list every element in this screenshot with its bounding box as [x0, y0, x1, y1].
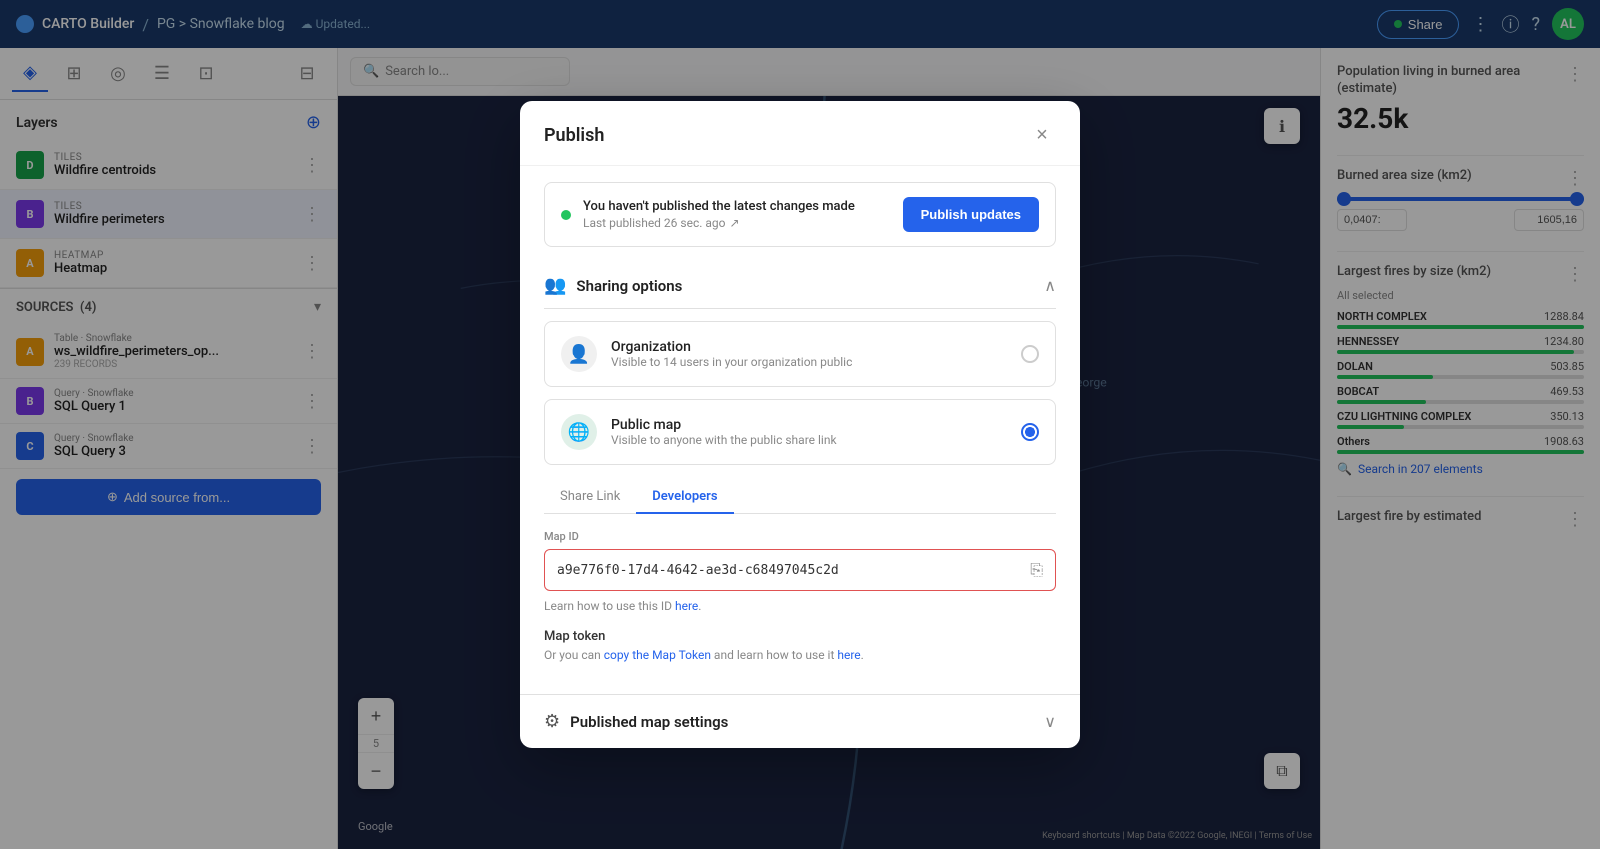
map-token-learn-link[interactable]: here	[837, 648, 860, 662]
tab-developers[interactable]: Developers	[636, 481, 733, 514]
public-map-icon: 🌐	[561, 414, 597, 450]
publish-updates-button[interactable]: Publish updates	[903, 197, 1039, 232]
settings-section: ⚙ Published map settings ∨	[520, 694, 1080, 748]
sharing-chevron-icon: ∧	[1044, 276, 1056, 295]
settings-title: Published map settings	[570, 713, 728, 731]
public-map-option[interactable]: 🌐 Public map Visible to anyone with the …	[544, 399, 1056, 465]
sharing-section: 👥 Sharing options ∧ 👤 Organization Visib…	[520, 263, 1080, 694]
sharing-title-row: 👥 Sharing options	[544, 275, 682, 296]
option-desc: Visible to anyone with the public share …	[611, 433, 1007, 447]
settings-header[interactable]: ⚙ Published map settings ∨	[544, 711, 1056, 732]
option-info: Organization Visible to 14 users in your…	[611, 339, 1007, 369]
public-map-radio[interactable]	[1021, 423, 1039, 441]
sharing-header[interactable]: 👥 Sharing options ∧	[544, 263, 1056, 309]
map-id-hint-link[interactable]: here	[675, 599, 698, 613]
option-title: Public map	[611, 417, 1007, 433]
copy-map-token-link[interactable]: copy the Map Token	[604, 648, 711, 662]
modal-title: Publish	[544, 125, 604, 146]
tab-share-link[interactable]: Share Link	[544, 481, 636, 514]
publish-status-dot	[561, 210, 571, 220]
settings-chevron-icon: ∨	[1044, 712, 1056, 731]
copy-icon[interactable]: ⎘	[1030, 560, 1043, 580]
map-id-section: Map ID a9e776f0-17d4-4642-ae3d-c68497045…	[544, 530, 1056, 613]
option-desc: Visible to 14 users in your organization…	[611, 355, 1007, 369]
modal-close-button[interactable]: ×	[1028, 121, 1056, 149]
map-token-desc: Or you can copy the Map Token and learn …	[544, 648, 1056, 662]
organization-option[interactable]: 👤 Organization Visible to 14 users in yo…	[544, 321, 1056, 387]
external-link-icon[interactable]: ↗	[729, 216, 739, 230]
map-id-hint: Learn how to use this ID here.	[544, 599, 1056, 613]
organization-icon: 👤	[561, 336, 597, 372]
sharing-icon: 👥	[544, 275, 566, 296]
settings-gear-icon: ⚙	[544, 711, 560, 732]
map-token-label: Map token	[544, 629, 1056, 644]
map-id-input-wrap: a9e776f0-17d4-4642-ae3d-c68497045c2d ⎘	[544, 549, 1056, 591]
publish-modal: Publish × You haven't published the late…	[520, 101, 1080, 748]
publish-banner-subtitle: Last published 26 sec. ago ↗	[583, 216, 891, 230]
option-title: Organization	[611, 339, 1007, 355]
sharing-title: Sharing options	[576, 277, 682, 295]
map-id-value: a9e776f0-17d4-4642-ae3d-c68497045c2d	[557, 563, 1022, 578]
map-id-label: Map ID	[544, 530, 1056, 543]
publish-banner: You haven't published the latest changes…	[544, 182, 1056, 247]
modal-header: Publish ×	[520, 101, 1080, 166]
modal-overlay[interactable]: Publish × You haven't published the late…	[0, 0, 1600, 849]
link-tabs: Share Link Developers	[544, 481, 1056, 514]
publish-banner-title: You haven't published the latest changes…	[583, 199, 891, 214]
option-info: Public map Visible to anyone with the pu…	[611, 417, 1007, 447]
settings-title-row: ⚙ Published map settings	[544, 711, 728, 732]
map-token-section: Map token Or you can copy the Map Token …	[544, 629, 1056, 678]
publish-banner-info: You haven't published the latest changes…	[583, 199, 891, 230]
organization-radio[interactable]	[1021, 345, 1039, 363]
